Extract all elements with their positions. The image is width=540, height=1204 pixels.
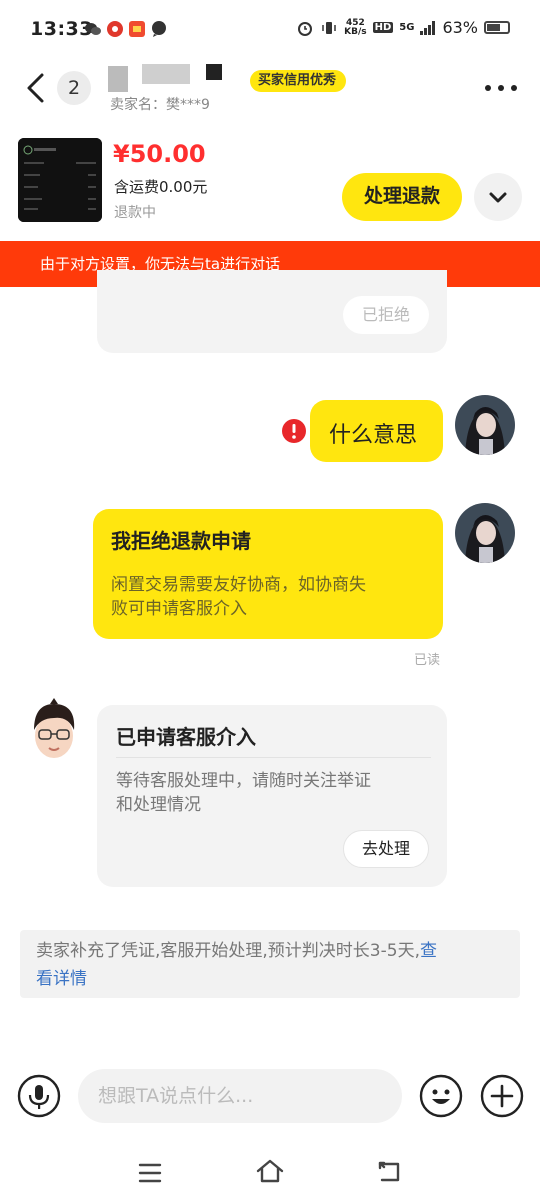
notice-text: 卖家补充了凭证,客服开始处理,预计判决时长3-5天, <box>36 941 420 961</box>
my-avatar[interactable] <box>455 503 515 563</box>
order-status: 退款中 <box>114 205 156 221</box>
view-details-link[interactable]: 看详情 <box>36 969 87 989</box>
user-avatar-image <box>455 395 515 455</box>
battery-percent: 63% <box>442 18 478 37</box>
handle-refund-button[interactable]: 处理退款 <box>342 173 462 221</box>
product-bar: ¥50.00 含运费0.00元 退款中 处理退款 <box>0 128 540 238</box>
card-body: 闲置交易需要友好协商，如协商失 败可申请客服介入 <box>111 575 366 619</box>
chevron-down-icon <box>489 192 507 203</box>
system-navigation-bar <box>0 1150 540 1204</box>
product-price: ¥50.00 <box>113 140 206 168</box>
card-divider <box>116 757 431 758</box>
emoji-icon[interactable] <box>419 1074 463 1118</box>
customer-service-card[interactable]: 已申请客服介入 等待客服处理中，请随时关注举证 和处理情况 去处理 <box>97 705 447 887</box>
back-nav-icon[interactable] <box>376 1160 404 1184</box>
customer-service-avatar[interactable] <box>24 696 84 762</box>
chat-header: 2 卖家名：樊***9 买家信用优秀 <box>0 60 540 122</box>
more-horizontal-icon[interactable] <box>484 84 518 92</box>
cartoon-avatar-image <box>34 698 75 758</box>
send-failed-icon[interactable] <box>281 418 307 444</box>
seller-name-blurred <box>108 66 128 92</box>
seller-name-blurred <box>206 64 222 80</box>
seller-name-blurred <box>142 64 190 84</box>
network-type: 5G <box>399 22 415 33</box>
menu-icon[interactable] <box>138 1162 162 1184</box>
rejected-status-pill: 已拒绝 <box>343 296 429 334</box>
unread-count-badge[interactable]: 2 <box>57 71 91 105</box>
message-bubble-outgoing[interactable]: 什么意思 <box>310 400 443 462</box>
info-circle-icon <box>16 14 34 32</box>
card-title: 我拒绝退款申请 <box>111 529 251 553</box>
reject-refund-card[interactable]: 我拒绝退款申请 闲置交易需要友好协商，如协商失 败可申请客服介入 <box>93 509 443 639</box>
product-screenshot-image <box>18 138 102 222</box>
message-input[interactable] <box>78 1069 402 1123</box>
message-bubble-icon <box>152 21 166 37</box>
shopping-app-icon <box>129 21 145 37</box>
message-text: 什么意思 <box>329 423 418 448</box>
home-icon[interactable] <box>255 1158 285 1184</box>
read-receipt: 已读 <box>414 653 441 668</box>
signal-icon <box>420 20 436 35</box>
microphone-icon[interactable] <box>17 1074 61 1118</box>
my-avatar[interactable] <box>455 395 515 455</box>
previous-request-card: 已拒绝 <box>97 270 447 353</box>
card-body: 等待客服处理中，请随时关注举证 和处理情况 <box>116 771 371 815</box>
user-avatar-image <box>455 503 515 563</box>
vibrate-icon <box>322 21 336 34</box>
hd-badge: HD <box>372 22 394 33</box>
wechat-icon <box>85 23 101 35</box>
seller-subtitle: 卖家名：樊***9 <box>110 97 210 113</box>
view-details-link[interactable]: 查 <box>420 941 437 961</box>
system-notice: 卖家补充了凭证,客服开始处理,预计判决时长3-5天,查 看详情 <box>20 930 520 998</box>
add-icon[interactable] <box>480 1074 524 1118</box>
alarm-icon <box>298 21 313 36</box>
app-notification-icon <box>107 21 123 37</box>
status-bar: 13:33 452 KB/s HD 5G 63% <box>0 0 540 60</box>
back-arrow-icon[interactable] <box>22 72 50 104</box>
net-speed: 452 KB/s <box>344 17 367 37</box>
product-thumbnail[interactable] <box>18 138 102 222</box>
buyer-credit-tag: 买家信用优秀 <box>250 70 347 92</box>
product-shipping: 含运费0.00元 <box>114 178 208 196</box>
expand-button[interactable] <box>474 173 522 221</box>
go-handle-button[interactable]: 去处理 <box>343 830 429 868</box>
status-right-group: 452 KB/s HD 5G 63% <box>296 18 510 37</box>
card-title: 已申请客服介入 <box>116 725 256 749</box>
battery-icon <box>484 21 510 34</box>
